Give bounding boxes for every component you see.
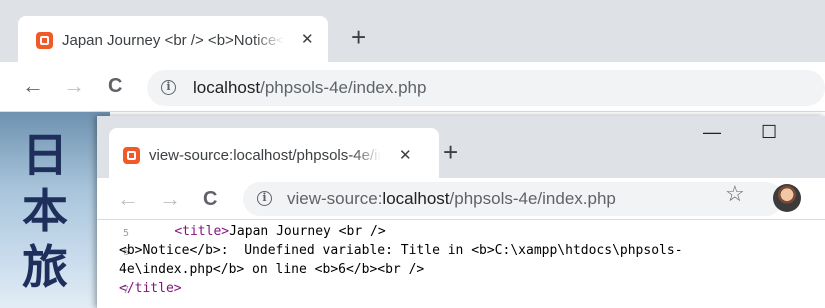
banner-kanji-2: 本 [22, 184, 68, 238]
address-url: localhost/phpsols-4e/index.php [193, 78, 427, 97]
profile-avatar[interactable] [773, 184, 801, 212]
source-line-wrap: 4e\index.php</b> on line <b>6</b><br /> [119, 262, 425, 277]
info-icon[interactable] [257, 191, 272, 206]
new-tab-button[interactable]: + [443, 139, 458, 165]
close-tab-icon[interactable]: ✕ [399, 146, 412, 166]
banner-kanji-1: 日 [22, 128, 68, 182]
minimize-icon[interactable]: — [703, 122, 721, 142]
new-tab-button[interactable]: + [351, 24, 366, 50]
back-tab-title: Japan Journey <br /> <b>Notice</b>: Unde… [62, 32, 284, 49]
xampp-favicon-icon [36, 32, 53, 49]
close-tab-icon[interactable]: ✕ [301, 30, 314, 50]
view-source-tab[interactable]: view-source:localhost/phpsols-4e/index.p… [109, 128, 439, 182]
banner-kanji-3: 旅 [22, 240, 68, 294]
back-arrow-icon[interactable]: ← [22, 75, 44, 97]
source-line: <b>Notice</b>: Undefined variable: Title… [119, 243, 683, 258]
source-line: <title>Japan Journey <br /> [174, 224, 386, 239]
back-tab[interactable]: Japan Journey <br /> <b>Notice</b>: Unde… [18, 16, 328, 62]
forward-arrow-icon[interactable]: → [63, 75, 85, 97]
source-line: </title> [119, 281, 182, 296]
back-tab-strip: Japan Journey <br /> <b>Notice</b>: Unde… [0, 0, 825, 62]
address-url: view-source:localhost/phpsols-4e/index.p… [287, 189, 616, 208]
view-source-toolbar: ← → C view-source:localhost/phpsols-4e/i… [97, 178, 825, 220]
reload-icon[interactable]: C [108, 75, 122, 97]
bookmark-star-icon[interactable]: ☆ [725, 182, 745, 206]
japan-journey-banner: 日 本 旅 [0, 112, 110, 308]
back-arrow-icon[interactable]: ← [117, 188, 139, 210]
reload-icon[interactable]: C [203, 188, 217, 210]
back-toolbar: ← → C localhost/phpsols-4e/index.php [0, 62, 825, 112]
view-source-tab-title: view-source:localhost/phpsols-4e/index.p… [149, 147, 381, 164]
view-source-browser-window: view-source:localhost/phpsols-4e/index.p… [97, 116, 825, 308]
address-bar[interactable]: view-source:localhost/phpsols-4e/index.p… [243, 182, 783, 216]
xampp-favicon-icon [123, 147, 140, 164]
forward-arrow-icon[interactable]: → [159, 188, 181, 210]
address-bar[interactable]: localhost/phpsols-4e/index.php [147, 70, 825, 106]
info-icon[interactable] [161, 80, 176, 95]
maximize-icon[interactable]: ☐ [761, 122, 777, 142]
page-source-view: 5 <title>Japan Journey <br /> 6 <b>Notic… [97, 220, 825, 308]
